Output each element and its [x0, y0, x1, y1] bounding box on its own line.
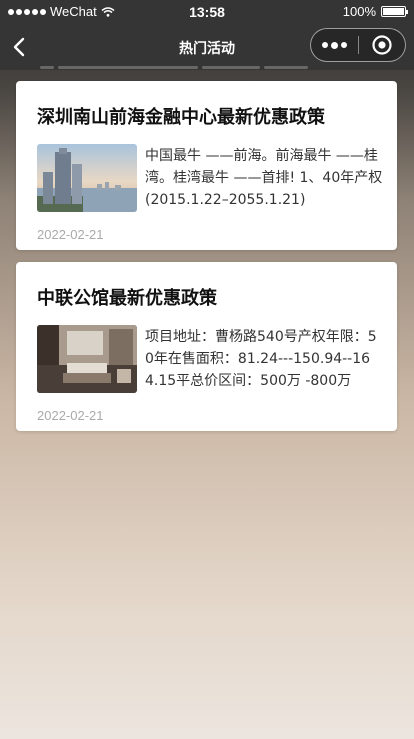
mini-program-capsule — [310, 28, 406, 62]
navigation-bar: 热门活动 — [0, 24, 414, 70]
article-title: 中联公馆最新优惠政策 — [37, 288, 217, 309]
article-excerpt: 项目地址：曹杨路540号产权年限：50年在售面积：81.24---150.94-… — [145, 329, 377, 389]
battery-icon — [381, 6, 408, 17]
article-thumbnail — [37, 144, 137, 212]
article-excerpt: 中国最牛 ——前海。前海最牛 ——桂湾。桂湾最牛 ——首排! 1、40年产权(2… — [145, 148, 383, 208]
status-battery-group: 100% — [342, 4, 408, 19]
article-title: 深圳南山前海金融中心最新优惠政策 — [37, 107, 325, 128]
status-bar: WeChat 13:58 100% — [0, 0, 414, 24]
close-mini-program-button[interactable] — [359, 29, 405, 61]
article-thumbnail — [37, 325, 137, 393]
article-date: 2022-02-21 — [37, 227, 104, 242]
article-card[interactable]: 深圳南山前海金融中心最新优惠政策 中国最牛 ——前海。前海最牛 ——桂湾。桂湾最… — [16, 81, 397, 250]
interior-room-photo-icon — [37, 325, 137, 393]
more-dots-icon — [322, 42, 328, 48]
target-close-icon — [372, 35, 392, 55]
city-skyline-photo-icon — [37, 144, 137, 212]
article-card[interactable]: 中联公馆最新优惠政策 项目地址：曹杨路540号产权年限：50年在售面积：81.2… — [16, 262, 397, 431]
battery-fill — [383, 8, 404, 15]
more-options-button[interactable] — [311, 29, 358, 61]
article-date: 2022-02-21 — [37, 408, 104, 423]
battery-percent: 100% — [342, 4, 376, 19]
scroll-shadow — [0, 66, 414, 72]
